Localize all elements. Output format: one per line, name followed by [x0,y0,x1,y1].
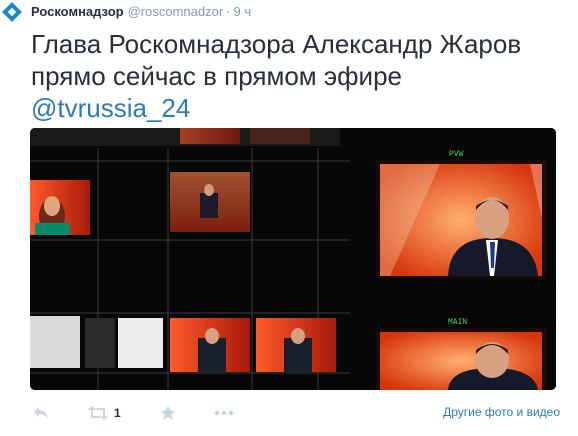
favorite-button[interactable] [160,402,176,424]
tweet-timestamp[interactable]: 9 ч [234,4,252,19]
main-label: MAIN [448,318,467,327]
reply-icon [34,407,48,419]
more-button[interactable] [214,402,234,424]
broadcast-monitor-image: PVW MAIN [30,128,556,390]
author-name[interactable]: Роскомнадзор [31,4,124,19]
tweet-actions: 1 Другие фото и видео [0,398,578,428]
retweet-icon [88,406,108,420]
mention-link[interactable]: @tvrussia_24 [31,92,561,124]
roskomnadzor-logo-icon [2,2,22,22]
header-separator: · [226,4,231,19]
more-dots-icon [214,410,234,416]
avatar[interactable] [0,0,24,24]
retweet-count: 1 [114,406,121,420]
tweet-photo[interactable]: PVW MAIN [30,128,556,390]
more-photos-link[interactable]: Другие фото и видео [443,405,560,419]
tweet-header: Роскомнадзор @roscomnadzor · 9 ч [31,4,251,20]
star-icon [160,405,176,420]
pvw-label: PVW [449,150,464,159]
tweet-text: Глава Роскомнадзора Александр Жаров прям… [31,28,561,124]
tweet: Роскомнадзор @roscomnadzor · 9 ч Глава Роск… [0,0,578,436]
author-handle[interactable]: @roscomnadzor [128,4,224,19]
reply-button[interactable] [33,402,49,424]
tweet-body: Глава Роскомнадзора Александр Жаров прям… [31,29,522,91]
retweet-button[interactable]: 1 [88,402,121,424]
